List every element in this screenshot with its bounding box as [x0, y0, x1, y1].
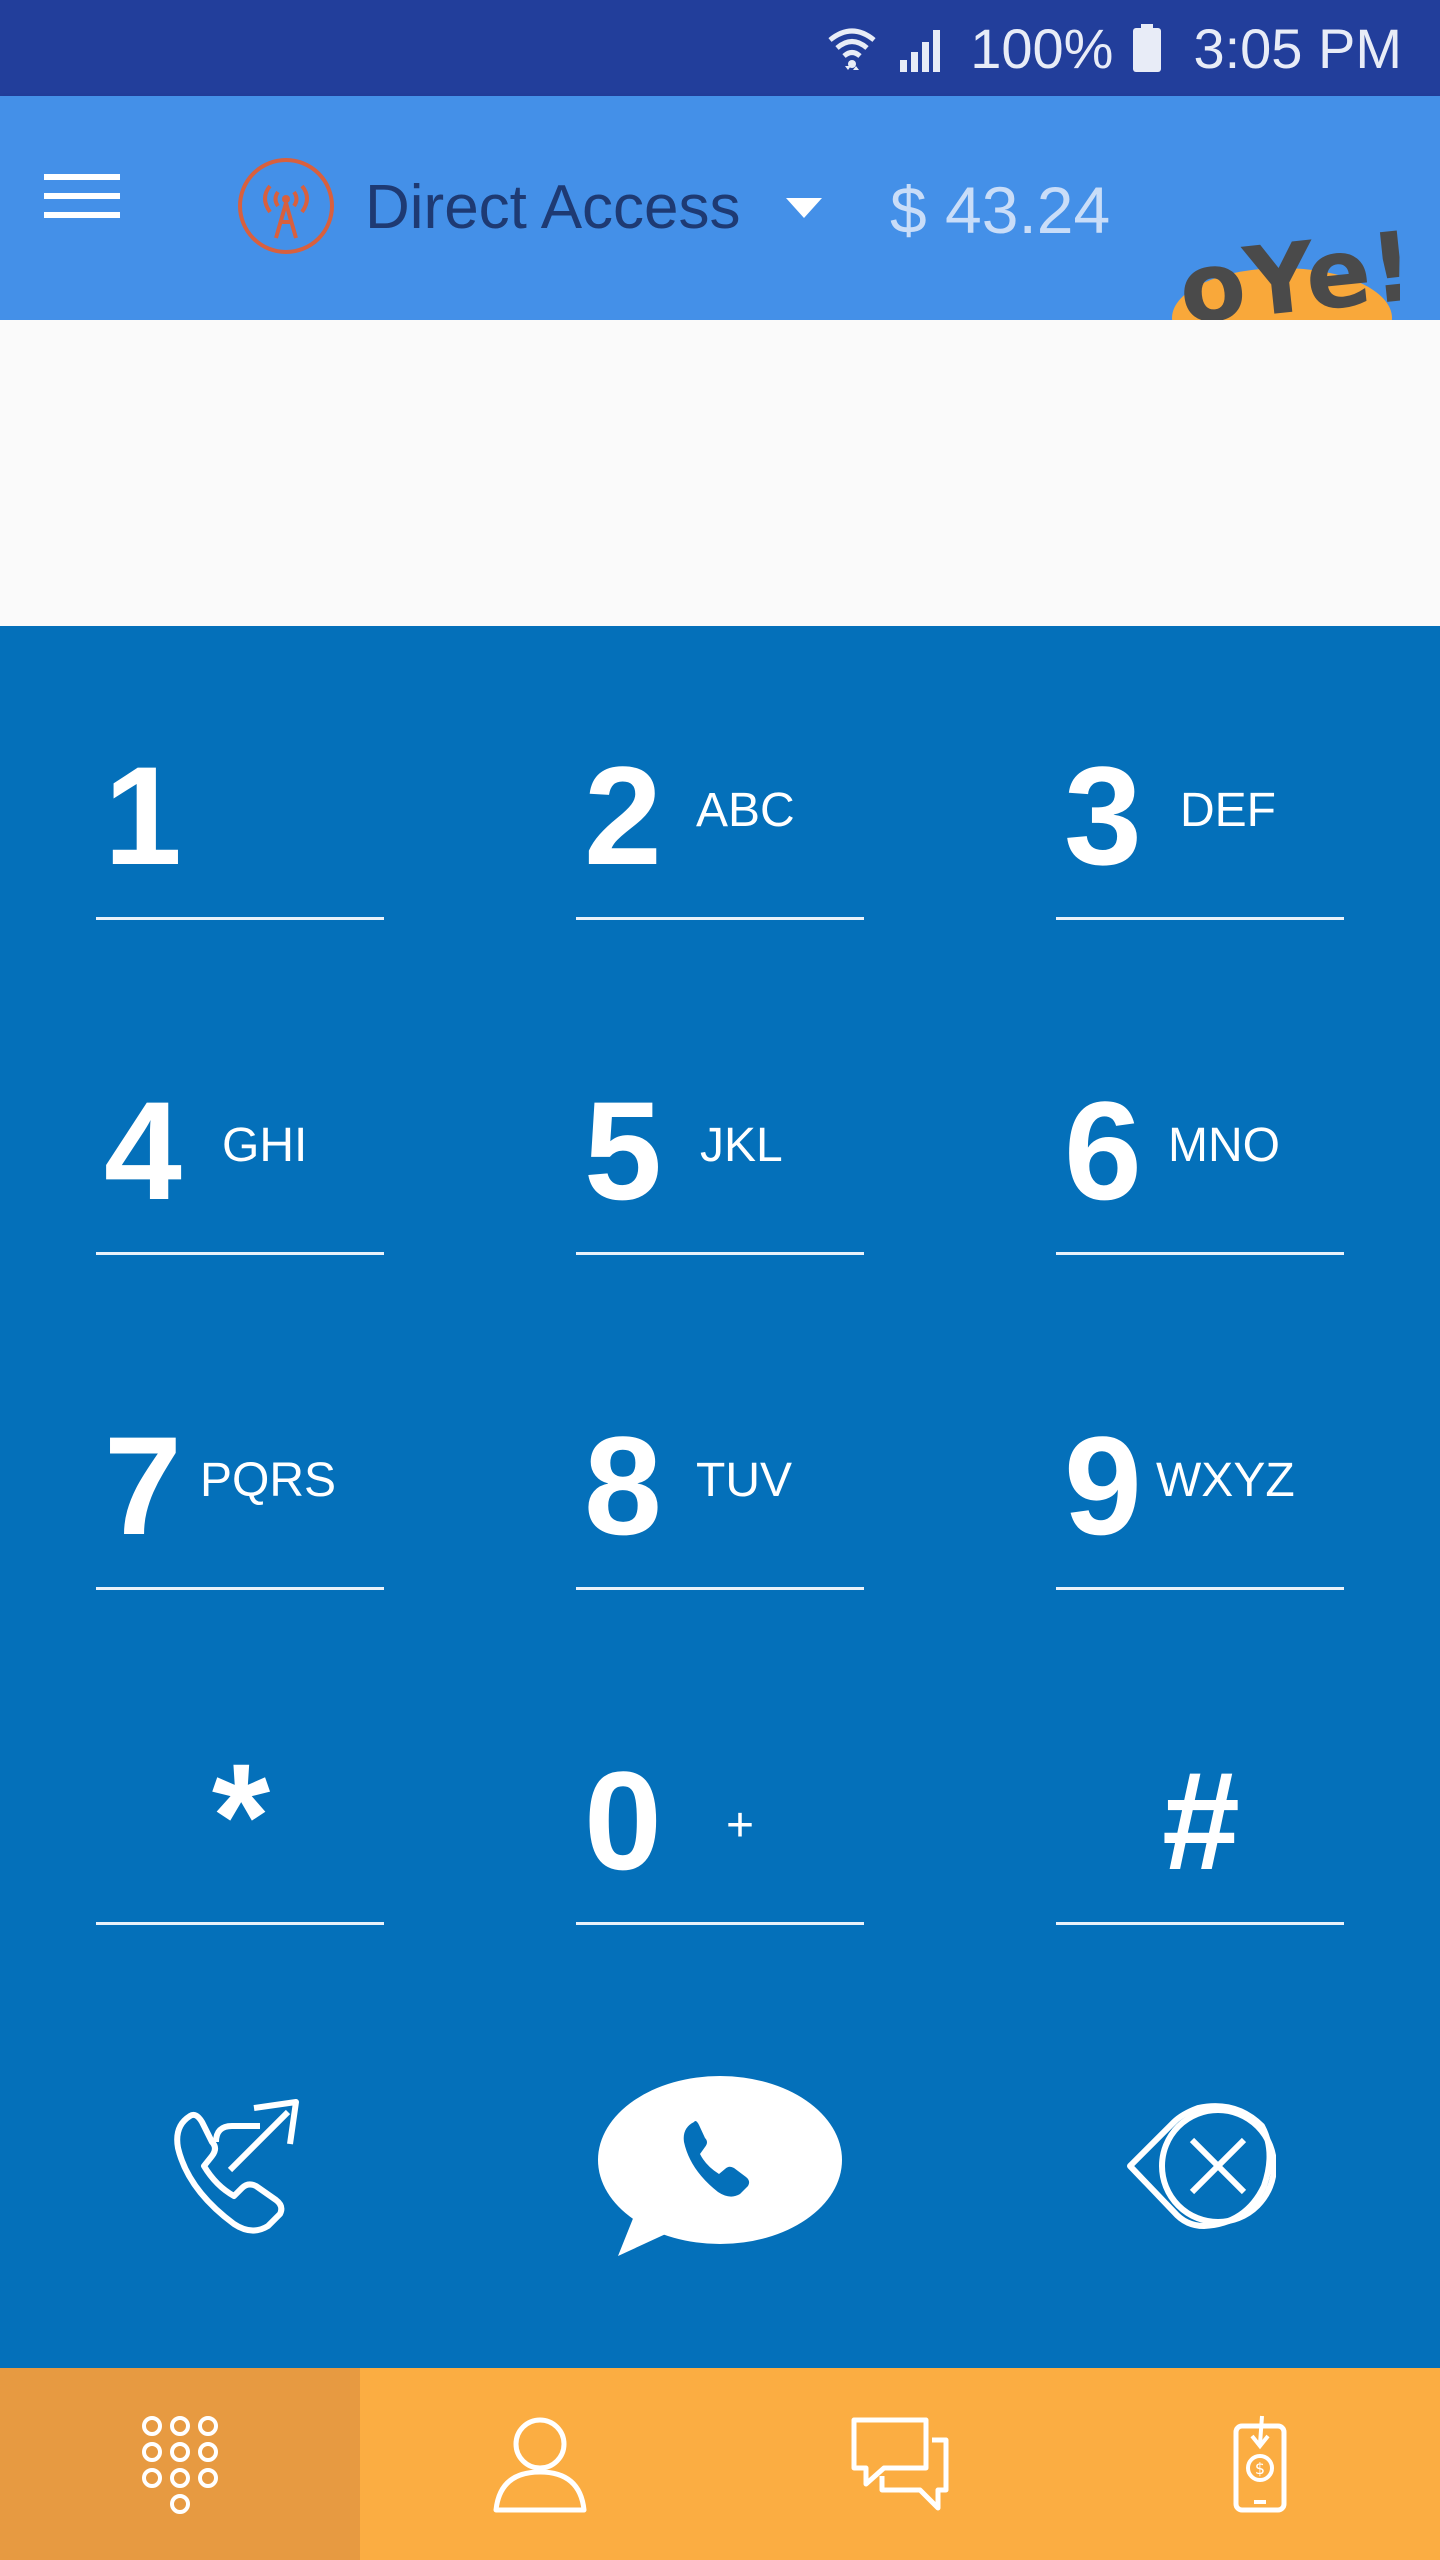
key-digit: 1: [104, 737, 182, 894]
radio-tower-icon: [238, 158, 334, 254]
key-underline: [576, 1587, 864, 1590]
key-0[interactable]: 0 +: [576, 1715, 866, 1925]
key-letters: ABC: [696, 784, 795, 837]
key-underline: [576, 1922, 864, 1925]
dialpad-icon: [142, 2416, 218, 2514]
chat-icon: [851, 2417, 949, 2511]
key-digit: 9: [1064, 1407, 1142, 1564]
key-2[interactable]: 2 ABC: [576, 710, 866, 920]
key-underline: [96, 1922, 384, 1925]
key-underline: [1056, 1252, 1344, 1255]
key-star[interactable]: *: [96, 1715, 386, 1925]
bottom-navigation: $: [0, 2368, 1440, 2560]
key-7[interactable]: 7 PQRS: [96, 1380, 386, 1590]
status-bar: 100% 3:05 PM: [0, 0, 1440, 96]
key-digit: 8: [584, 1407, 662, 1564]
wifi-icon: [828, 28, 876, 70]
key-letters: MNO: [1168, 1119, 1280, 1172]
mobile-topup-icon: $: [1233, 2415, 1287, 2513]
key-digit: 5: [584, 1072, 662, 1229]
key-letters: JKL: [700, 1119, 783, 1172]
key-digit: #: [1162, 1742, 1240, 1899]
key-underline: [576, 917, 864, 920]
chevron-down-icon: [786, 198, 822, 218]
menu-button[interactable]: [42, 166, 152, 256]
battery-icon: [1133, 24, 1162, 72]
svg-text:$: $: [1255, 2459, 1265, 2478]
dialer-screen: 100% 3:05 PM Direct Access $ 43.24 oYe! …: [0, 0, 1440, 2560]
call-transfer-button[interactable]: [160, 2086, 320, 2246]
call-button[interactable]: [594, 2076, 844, 2256]
cell-signal-icon: [900, 30, 941, 72]
key-8[interactable]: 8 TUV: [576, 1380, 866, 1590]
key-digit: 3: [1064, 737, 1142, 894]
key-1[interactable]: 1: [96, 710, 386, 920]
key-6[interactable]: 6 MNO: [1056, 1045, 1346, 1255]
key-letters: PQRS: [200, 1454, 337, 1507]
phone-forward-icon: [174, 2099, 299, 2234]
keypad: 1 2 ABC 3 DEF 4 GHI 5 JKL 6 MNO 7 PQRS 8…: [0, 626, 1440, 2368]
account-balance: $ 43.24: [890, 173, 1111, 247]
backspace-icon: [1127, 2103, 1277, 2229]
key-letters: WXYZ: [1156, 1454, 1295, 1507]
key-hash[interactable]: #: [1056, 1715, 1346, 1925]
key-digit: *: [211, 1732, 271, 1900]
backspace-button[interactable]: [1126, 2096, 1277, 2236]
app-bar: Direct Access $ 43.24 oYe!: [0, 96, 1440, 368]
key-9[interactable]: 9 WXYZ: [1056, 1380, 1346, 1590]
key-digit: 0: [584, 1742, 662, 1899]
key-letters: DEF: [1180, 784, 1276, 837]
key-underline: [1056, 1587, 1344, 1590]
key-5[interactable]: 5 JKL: [576, 1045, 866, 1255]
tab-keypad[interactable]: [0, 2368, 360, 2560]
key-4[interactable]: 4 GHI: [96, 1045, 386, 1255]
key-digit: 4: [104, 1072, 182, 1229]
key-underline: [1056, 917, 1344, 920]
battery-level: 100%: [970, 16, 1114, 80]
clock: 3:05 PM: [1193, 16, 1402, 80]
key-digit: 2: [584, 737, 662, 894]
number-display[interactable]: [0, 320, 1440, 626]
key-underline: [576, 1252, 864, 1255]
hamburger-icon: [44, 174, 120, 218]
key-3[interactable]: 3 DEF: [1056, 710, 1346, 920]
person-icon: [493, 2417, 587, 2513]
tab-topup[interactable]: $: [1080, 2368, 1440, 2560]
key-letters: +: [726, 1799, 755, 1852]
key-underline: [96, 1587, 384, 1590]
phone-bubble-icon: [598, 2076, 842, 2256]
tab-messages[interactable]: [720, 2368, 1080, 2560]
key-digit: 6: [1064, 1072, 1142, 1229]
key-digit: 7: [104, 1407, 182, 1564]
key-underline: [1056, 1922, 1344, 1925]
key-underline: [96, 1252, 384, 1255]
key-letters: TUV: [696, 1454, 792, 1507]
key-underline: [96, 917, 384, 920]
account-name: Direct Access: [365, 173, 741, 242]
tab-contacts[interactable]: [360, 2368, 720, 2560]
key-letters: GHI: [222, 1119, 308, 1172]
